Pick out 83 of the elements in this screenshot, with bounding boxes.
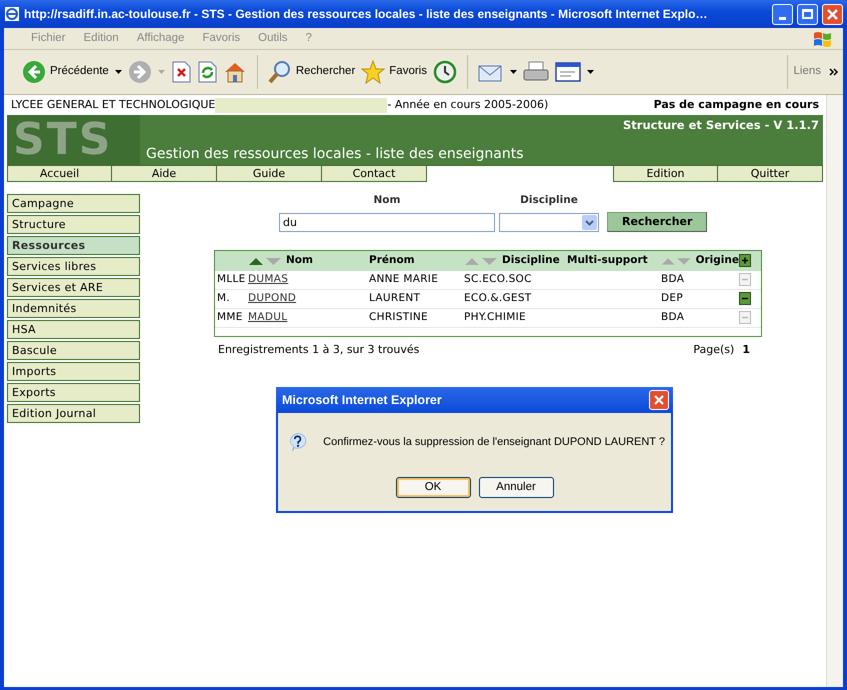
browser-icon	[4, 6, 20, 22]
star-icon	[361, 60, 386, 84]
page-link[interactable]: 1	[742, 342, 750, 358]
refresh-icon[interactable]	[196, 61, 217, 83]
table-cell-text: DEP	[661, 290, 684, 306]
table-cell-text: ECO.&.GEST	[464, 290, 533, 306]
minimize-button[interactable]	[772, 4, 793, 24]
dialog-title: Microsoft Internet Explorer	[282, 392, 442, 409]
sidebar-item[interactable]: HSA	[7, 320, 140, 339]
sidebar-item[interactable]: Imports	[7, 362, 140, 381]
search-submit-button[interactable]: Rechercher	[607, 212, 708, 232]
logo: STS	[7, 115, 140, 165]
name-input-field[interactable]: du	[279, 212, 495, 232]
sidebar-item[interactable]: Exports	[7, 383, 140, 402]
favorites-button[interactable]: Favoris	[361, 60, 427, 84]
sidebar-item[interactable]: Campagne	[7, 194, 140, 213]
teacher-link[interactable]: MADUL	[248, 310, 288, 323]
stop-icon[interactable]	[170, 61, 191, 83]
dropdown-caret-icon	[582, 214, 597, 230]
search-icon	[268, 60, 292, 84]
table-cell-text: MME	[216, 310, 244, 325]
links-button[interactable]: Liens	[794, 63, 821, 81]
nav-tab[interactable]: Edition	[613, 165, 718, 182]
discipline-dropdown[interactable]	[499, 212, 599, 232]
close-icon	[654, 395, 664, 405]
table-cell-text: SC.ECO.SOC	[464, 272, 533, 287]
history-icon[interactable]	[432, 60, 457, 84]
edit-window-icon[interactable]	[554, 61, 581, 83]
sidebar-item[interactable]: Ressources	[7, 236, 140, 255]
column-header[interactable]: Discipline	[502, 252, 560, 269]
dialog-button[interactable]: Annuler	[478, 477, 554, 498]
close-icon	[827, 8, 838, 20]
app-version: Structure et Services - V 1.1.7	[623, 117, 819, 134]
nav-tab[interactable]: Quitter	[718, 165, 823, 182]
dropdown-caret-icon[interactable]	[114, 70, 122, 74]
teacher-link[interactable]: DUMAS	[248, 272, 288, 285]
sidebar-item[interactable]: Structure	[7, 215, 140, 234]
field-label: Nom	[374, 193, 400, 208]
table-cell-text: M.	[216, 290, 231, 306]
back-button[interactable]: Précédente	[22, 60, 109, 84]
sidebar-item[interactable]: Bascule	[7, 341, 140, 360]
add-icon[interactable]	[739, 254, 751, 266]
school-name: LYCEE GENERAL ET TECHNOLOGIQUE	[11, 96, 216, 113]
dialog-message: Confirmez-vous la suppression de l'enseignant DUPOND LAURENT ?	[323, 434, 665, 450]
table-cell-text: CHRISTINE	[369, 310, 429, 325]
school-year: - Année en cours 2005-2006)	[387, 96, 548, 113]
campaign-status: Pas de campagne en cours	[654, 96, 819, 113]
scrollbar[interactable]	[826, 95, 843, 687]
window-title: http://rsadiff.in.ac-toulouse.fr - STS - Gestion des ressources locales - liste des enseignants - Microsoft Internet Explo…	[24, 6, 708, 23]
records-count: Enregistrements 1 à 3, sur 3 trouvés	[218, 342, 420, 358]
close-button[interactable]	[822, 4, 843, 24]
search-button[interactable]: Rechercher	[268, 60, 356, 84]
nav-tab[interactable]: Guide	[217, 165, 322, 182]
sort-arrows-icon[interactable]	[248, 256, 282, 265]
sidebar-item[interactable]: Indemnités	[7, 299, 140, 318]
table-cell-text: ANNE MARIE	[369, 272, 440, 287]
table-cell-text: LAURENT	[369, 290, 422, 306]
column-header[interactable]: Multi-support	[567, 252, 648, 269]
sidebar-item[interactable]: Services libres	[7, 257, 140, 276]
column-header[interactable]: Prénom	[369, 252, 415, 269]
nav-tab[interactable]: Contact	[322, 165, 427, 182]
home-icon[interactable]	[222, 60, 247, 84]
teacher-link[interactable]: DUPOND	[248, 292, 296, 304]
pages-label: Page(s)	[693, 342, 734, 358]
column-header[interactable]: Nom	[286, 252, 313, 269]
remove-icon[interactable]	[739, 292, 751, 304]
dropdown-caret-icon[interactable]	[510, 70, 517, 74]
maximize-button[interactable]	[797, 4, 818, 24]
sidebar-item[interactable]: Services et ARE	[7, 278, 140, 297]
page-heading: Gestion des ressources locales - liste des enseignants	[145, 145, 524, 164]
field-label: Discipline	[520, 193, 578, 208]
dropdown-caret-icon[interactable]	[586, 70, 594, 74]
column-header[interactable]: Origine	[696, 252, 739, 269]
sidebar-item[interactable]: Edition Journal	[7, 404, 140, 423]
chevron-icon[interactable]	[829, 68, 839, 76]
close-button[interactable]	[649, 390, 669, 410]
table-cell-text: MLLE	[216, 272, 247, 287]
table-cell-text: BDA	[661, 272, 686, 287]
nav-tab[interactable]: Accueil	[7, 165, 112, 182]
table-cell-text: PHY.CHIMIE	[464, 310, 527, 325]
table-cell-text: BDA	[661, 310, 686, 325]
dialog-button[interactable]: OK	[396, 477, 470, 498]
nav-tab[interactable]: Aide	[112, 165, 217, 182]
